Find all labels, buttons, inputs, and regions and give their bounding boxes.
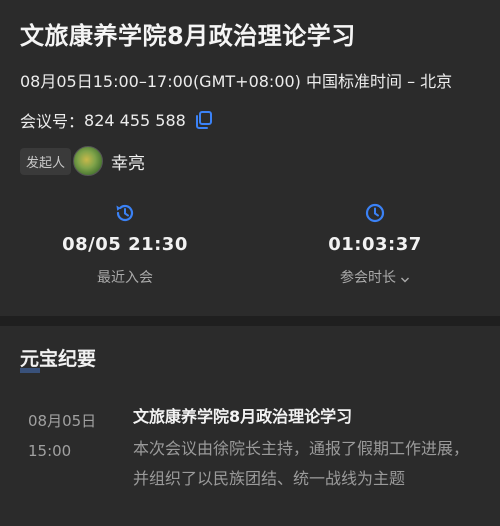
chevron-down-icon[interactable] (400, 273, 410, 283)
recent-join-stat: 08/05 21:30 最近入会 (45, 202, 205, 287)
duration-label-row[interactable]: 参会时长 (295, 267, 455, 287)
duration-label: 参会时长 (340, 270, 396, 286)
organizer-tag: 发起人 (20, 147, 72, 175)
recent-join-value: 08/05 21:30 (62, 234, 188, 255)
meeting-detail-page: 文旅康养学院8月政治理论学习 08月05日15:00–17:00(GMT+08:… (0, 0, 500, 526)
meeting-id-label: 会议号： (20, 112, 85, 131)
duration-stat[interactable]: 01:03:37 参会时长 (295, 202, 455, 287)
meeting-id-row: 会议号： 824 455 588 (20, 108, 214, 132)
meeting-time-range: 08月05日15:00–17:00(GMT+08:00) 中国标准时间 – 北京 (20, 72, 453, 91)
summary-entry-date: 08月05日 (28, 412, 97, 430)
history-clock-icon (114, 202, 136, 224)
organizer-row: 发起人 幸亮 (20, 146, 145, 176)
meeting-id-value[interactable]: 824 455 588 (84, 111, 186, 130)
copy-icon[interactable] (194, 110, 214, 130)
summary-section: 元宝纪要 08月05日 15:00 文旅康养学院8月政治理论学习 本次会议由徐院… (0, 326, 500, 526)
recent-join-label: 最近入会 (97, 270, 153, 286)
avatar[interactable] (73, 146, 104, 176)
summary-heading: 元宝纪要 (20, 348, 97, 370)
clock-icon (364, 202, 386, 224)
summary-entry-snippet: 本次会议由徐院长主持，通报了假期工作进展，并组织了以民族团结、统一战线为主题 (133, 439, 470, 488)
meeting-header: 文旅康养学院8月政治理论学习 08月05日15:00–17:00(GMT+08:… (0, 0, 500, 316)
summary-entry-time: 15:00 (28, 442, 72, 460)
organizer-name[interactable]: 幸亮 (111, 149, 145, 174)
section-divider (0, 316, 500, 326)
meeting-title: 文旅康养学院8月政治理论学习 (20, 22, 356, 50)
summary-entry-datetime: 08月05日 15:00 (28, 406, 96, 466)
summary-entry-title[interactable]: 文旅康养学院8月政治理论学习 (133, 406, 352, 428)
duration-value: 01:03:37 (328, 234, 422, 255)
